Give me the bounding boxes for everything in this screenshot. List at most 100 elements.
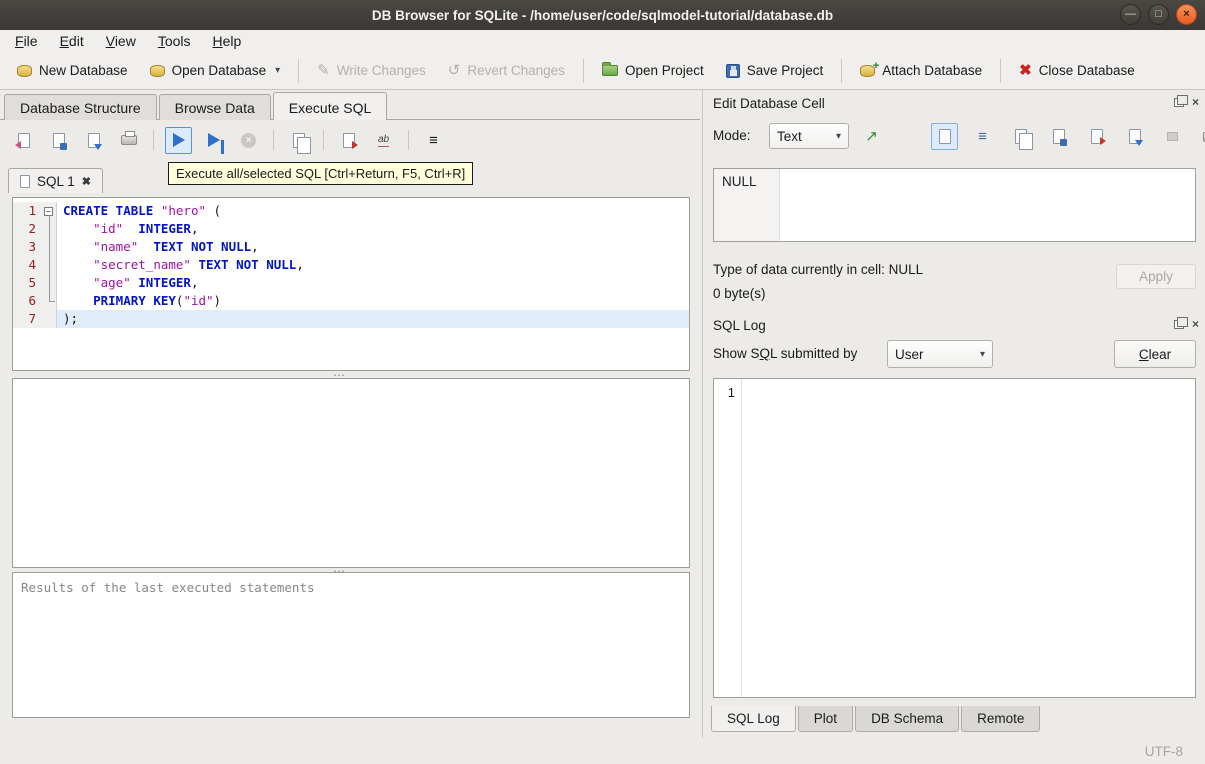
mode-label: Mode: [713, 128, 751, 143]
tab-plot[interactable]: Plot [797, 706, 854, 732]
save-cell-button[interactable] [1045, 123, 1072, 150]
tab-execute-sql[interactable]: Execute SQL [272, 92, 388, 120]
attach-database-icon: + [860, 60, 879, 77]
export-csv-button[interactable] [335, 127, 362, 154]
close-database-icon: ✖ [1019, 62, 1032, 79]
fold-toggle-icon[interactable]: − [44, 206, 53, 216]
menu-file[interactable]: File [4, 31, 49, 51]
open-database-button[interactable]: Open Database ▾ [141, 58, 290, 83]
results-grid[interactable] [12, 378, 690, 568]
side-panels: Edit Database Cell × Mode: Text ▾ ↗ ≡ NU… [703, 90, 1205, 738]
sql-tab-close-icon[interactable]: ✖ [82, 175, 91, 188]
new-database-button[interactable]: New Database [8, 58, 137, 83]
code-line[interactable]: 6 PRIMARY KEY("id") [13, 292, 689, 310]
code-line[interactable]: 4 "secret_name" TEXT NOT NULL, [13, 256, 689, 274]
sql-log-filter-label: Show SQL submitted by [713, 346, 857, 361]
export-cell-button[interactable] [1083, 123, 1110, 150]
find-replace-button[interactable]: ab [370, 127, 397, 154]
code-text: "age" INTEGER, [93, 275, 199, 290]
menu-tools[interactable]: Tools [147, 31, 202, 51]
new-database-icon [17, 64, 32, 77]
edit-cell-title: Edit Database Cell [713, 96, 825, 111]
open-database-dropdown-icon[interactable]: ▾ [275, 65, 280, 76]
save-results-button[interactable] [285, 127, 312, 154]
find-replace-icon: ab [377, 133, 390, 147]
close-button[interactable]: × [1176, 4, 1197, 25]
print-icon [120, 131, 137, 145]
titlebar: DB Browser for SQLite - /home/user/code/… [0, 0, 1205, 30]
button-label: Revert Changes [467, 63, 565, 78]
button-label: Close Database [1038, 63, 1135, 78]
code-line[interactable]: 3 "name" TEXT NOT NULL, [13, 238, 689, 256]
close-panel-icon[interactable]: × [1192, 96, 1199, 108]
mode-select[interactable]: Text ▾ [769, 123, 849, 149]
clear-label: lear [1148, 346, 1172, 362]
open-sql-file-button[interactable] [10, 127, 37, 154]
menu-label: iew [114, 33, 136, 49]
button-label: Write Changes [336, 63, 426, 78]
minimize-button[interactable]: — [1120, 4, 1141, 25]
tab-database-structure[interactable]: Database Structure [4, 94, 157, 120]
button-label: Open Project [624, 63, 704, 78]
menu-help[interactable]: Help [202, 31, 253, 51]
tab-db-schema[interactable]: DB Schema [855, 706, 960, 732]
clear-log-button[interactable]: Clear [1114, 340, 1196, 368]
log-filter-select[interactable]: User ▾ [887, 340, 993, 368]
print-sql-button[interactable] [115, 127, 142, 154]
button-label: Save Project [746, 63, 824, 78]
fold-column [41, 310, 57, 328]
open-sql-file-icon [14, 132, 30, 149]
menu-edit[interactable]: Edit [49, 31, 95, 51]
print-cell-button[interactable] [1197, 123, 1205, 150]
float-panel-icon[interactable] [1173, 94, 1188, 107]
execute-all-button[interactable] [165, 126, 192, 154]
revert-changes-icon: ↺ [447, 62, 461, 79]
code-line[interactable]: 2 "id" INTEGER, [13, 220, 689, 238]
toolbar-separator [323, 130, 324, 150]
format-sql-button[interactable]: ≡ [420, 127, 447, 154]
save-as-icon [1052, 129, 1067, 146]
tab-remote[interactable]: Remote [961, 706, 1041, 732]
save-project-button[interactable]: Save Project [717, 58, 833, 83]
window-controls: — □ × [1120, 4, 1197, 25]
menu-label: ile [23, 33, 38, 49]
sql-log-view[interactable]: 1 [713, 378, 1196, 698]
text-mode-button[interactable] [931, 123, 958, 150]
tab-sql-log[interactable]: SQL Log [711, 706, 796, 732]
import-cell-button[interactable] [1121, 123, 1148, 150]
save-sql-file-icon [52, 132, 67, 150]
apply-button: Apply [1116, 264, 1196, 289]
open-project-button[interactable]: Open Project [593, 58, 713, 83]
copy-cell-button[interactable] [1007, 123, 1034, 150]
save-sql-file-button[interactable] [45, 127, 72, 154]
sql-editor[interactable]: 1− CREATE TABLE "hero" (2 "id" INTEGER, 3 … [12, 197, 690, 371]
maximize-button[interactable]: □ [1148, 4, 1169, 25]
open-project-icon [601, 62, 618, 76]
cell-editor[interactable]: NULL [713, 168, 1196, 242]
save-sql-file-as-button[interactable] [80, 127, 107, 154]
save-sql-file-as-icon [87, 132, 102, 150]
fold-guide [49, 301, 55, 302]
sql-tab-label: SQL 1 [37, 174, 75, 189]
button-label: New Database [39, 63, 128, 78]
cell-type-info: Type of data currently in cell: NULL [713, 262, 924, 277]
attach-database-button[interactable]: + Attach Database [851, 58, 991, 83]
code-text: "secret_name" TEXT NOT NULL, [93, 257, 304, 272]
float-panel-icon[interactable] [1173, 316, 1188, 329]
code-line[interactable]: 7); [13, 310, 689, 328]
execute-current-line-button[interactable] [200, 127, 227, 154]
tab-browse-data[interactable]: Browse Data [158, 94, 271, 120]
line-number: 1 [13, 202, 41, 220]
main-toolbar: New Database Open Database ▾ ✎ Write Cha… [0, 52, 1205, 90]
sql-tab[interactable]: SQL 1 ✖ [8, 168, 103, 193]
close-panel-icon[interactable]: × [1192, 318, 1199, 330]
statusbar: UTF-8 [0, 738, 1205, 764]
open-external-button[interactable]: ↗ [858, 123, 885, 150]
menu-label: dit [68, 33, 84, 49]
word-wrap-button[interactable]: ≡ [969, 123, 996, 150]
code-line[interactable]: 1− CREATE TABLE "hero" ( [13, 202, 689, 220]
menu-view[interactable]: View [95, 31, 147, 51]
edit-cell-icon-row: ≡ [931, 123, 1205, 150]
code-line[interactable]: 5 "age" INTEGER, [13, 274, 689, 292]
close-database-button[interactable]: ✖ Close Database [1010, 58, 1144, 83]
